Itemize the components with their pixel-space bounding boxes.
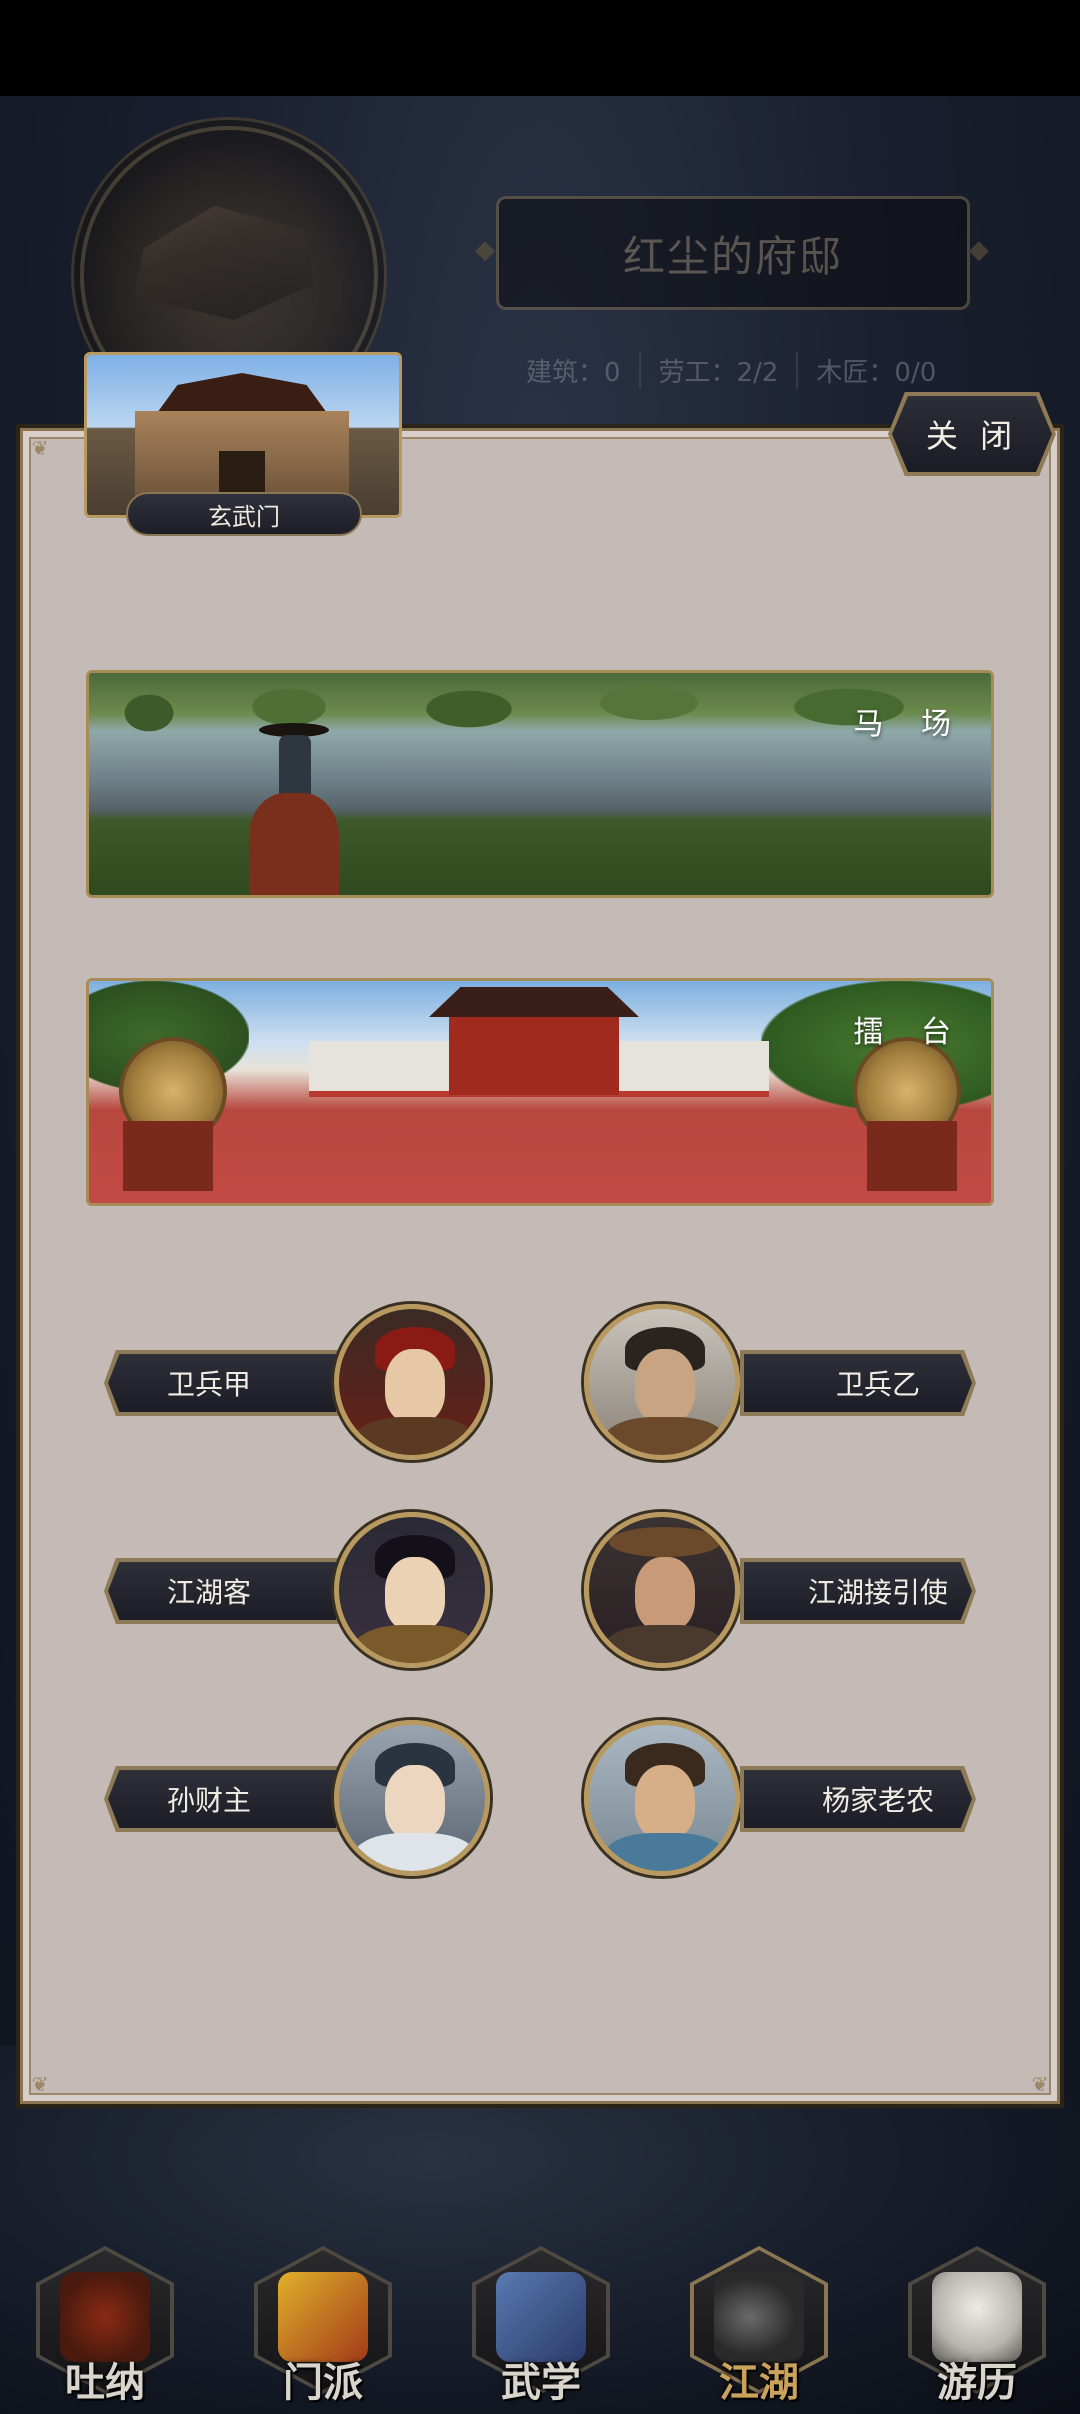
corner-ornament: ❦ (1031, 2072, 1049, 2096)
status-bar (0, 0, 1080, 96)
npc-avatar-envoy[interactable] (584, 1512, 740, 1668)
jianghu-hat-icon (714, 2272, 804, 2362)
npc-name: 卫兵甲 (108, 1354, 336, 1412)
sect-flag-icon (278, 2272, 368, 2362)
npc-plate-landlord[interactable]: 孙财主 (104, 1766, 340, 1832)
martial-books-icon (496, 2272, 586, 2362)
stat-buildings: 建筑：0 (520, 352, 641, 389)
horse-field-title: 马 场 (853, 707, 965, 742)
nav-label: 门派 (283, 2359, 363, 2406)
npc-name: 江湖客 (108, 1562, 336, 1620)
horse-travel-icon (932, 2272, 1022, 2362)
meditation-icon (60, 2272, 150, 2362)
corner-ornament: ❦ (31, 436, 49, 460)
nav-item-jianghu[interactable]: 江湖 (684, 2236, 834, 2414)
nav-item-wuxue[interactable]: 武学 (466, 2236, 616, 2414)
drum-stand-left (123, 1121, 213, 1191)
horse-field-banner[interactable]: 马 场 (86, 670, 994, 898)
npc-name: 江湖接引使 (744, 1562, 972, 1620)
rider-image (249, 723, 339, 895)
npc-avatar-guard-b[interactable] (584, 1304, 740, 1460)
npc-name: 杨家老农 (744, 1770, 972, 1828)
arena-hall (449, 999, 619, 1095)
npc-plate-wanderer[interactable]: 江湖客 (104, 1558, 340, 1624)
npc-avatar-landlord[interactable] (334, 1720, 490, 1876)
npc-avatar-farmer[interactable] (584, 1720, 740, 1876)
npc-plate-guard-b[interactable]: 卫兵乙 (740, 1350, 976, 1416)
npc-name: 孙财主 (108, 1770, 336, 1828)
gate-roof (157, 373, 327, 413)
arena-title: 擂 台 (853, 1015, 965, 1050)
residence-stats: 建筑：0 劳工：2/2 木匠：0/0 (520, 352, 990, 389)
stat-carpenters: 木匠：0/0 (816, 358, 937, 388)
drum-stand-right (867, 1121, 957, 1191)
nav-label: 武学 (501, 2359, 581, 2406)
arena-banner[interactable]: 擂 台 (86, 978, 994, 1206)
bottom-nav: 吐纳 门派 武学 江湖 游历 (0, 2236, 1080, 2414)
npc-plate-farmer[interactable]: 杨家老农 (740, 1766, 976, 1832)
nav-label: 游历 (937, 2359, 1017, 2406)
residence-title: 红尘的府邸 (475, 196, 991, 310)
npc-name: 卫兵乙 (744, 1354, 972, 1412)
stat-laborers: 劳工：2/2 (641, 352, 799, 389)
nav-item-tuna[interactable]: 吐纳 (30, 2236, 180, 2414)
npc-avatar-wanderer[interactable] (334, 1512, 490, 1668)
npc-plate-envoy[interactable]: 江湖接引使 (740, 1558, 976, 1624)
npc-avatar-guard-a[interactable] (334, 1304, 490, 1460)
nav-item-menpai[interactable]: 门派 (248, 2236, 398, 2414)
npc-plate-guard-a[interactable]: 卫兵甲 (104, 1350, 340, 1416)
nav-label: 吐纳 (65, 2359, 145, 2406)
gate-label[interactable]: 玄武门 (126, 492, 362, 536)
corner-ornament: ❦ (31, 2072, 49, 2096)
close-button[interactable]: 关 闭 (892, 396, 1052, 472)
nav-item-youli[interactable]: 游历 (902, 2236, 1052, 2414)
nav-label: 江湖 (719, 2359, 799, 2406)
